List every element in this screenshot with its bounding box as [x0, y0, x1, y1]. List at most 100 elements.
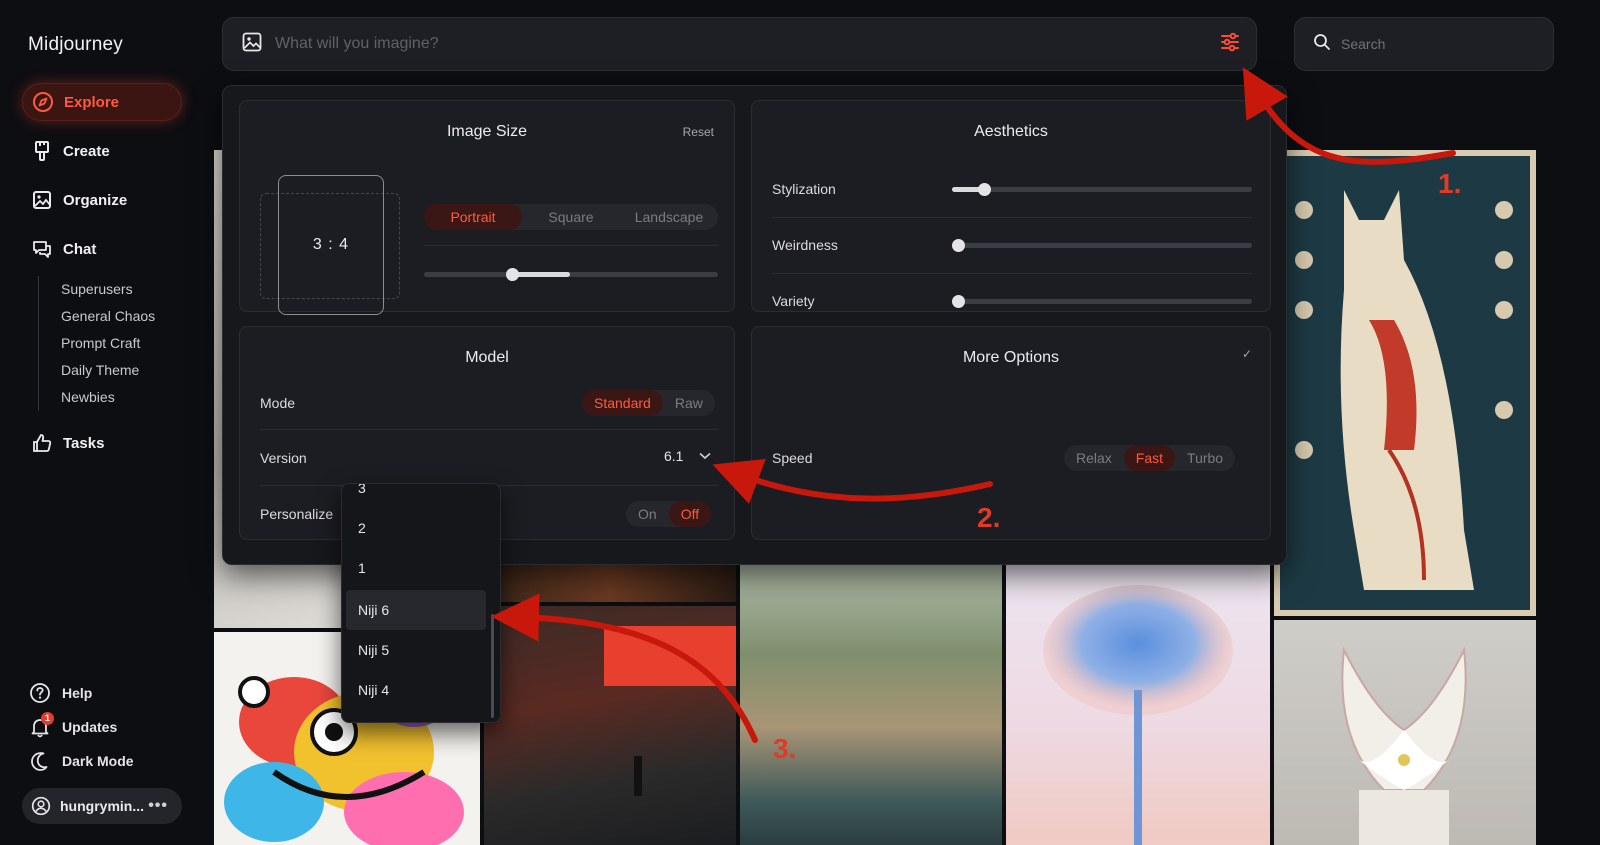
version-option[interactable]: 1 [342, 548, 490, 588]
version-value: 6.1 [664, 448, 684, 464]
search-bar [1294, 17, 1554, 71]
weirdness-slider[interactable] [952, 239, 1252, 252]
model-title: Model [465, 349, 509, 366]
version-option[interactable]: Niji 5 [342, 630, 490, 670]
chat-room-daily-theme[interactable]: Daily Theme [61, 357, 155, 384]
gallery-image[interactable] [1274, 620, 1536, 845]
ratio-preview: 3 : 4 [278, 175, 384, 315]
orientation-selector: Portrait Square Landscape [424, 204, 718, 230]
variety-slider[interactable] [952, 295, 1252, 308]
search-icon [1313, 33, 1331, 56]
collapse-check-icon[interactable]: ✓ [1242, 347, 1252, 361]
annotation-label-2: 2. [977, 502, 1001, 533]
prompt-input[interactable] [275, 35, 1210, 53]
nav-create[interactable]: Create [22, 132, 182, 170]
more-options-card: More Options ✓ Speed Relax Fast Turbo [751, 326, 1271, 540]
dark-mode-label: Dark Mode [62, 753, 134, 769]
mode-label: Mode [260, 395, 296, 411]
speed-selector: Relax Fast Turbo [1064, 445, 1236, 471]
chat-room-newbies[interactable]: Newbies [61, 384, 155, 411]
settings-toggle-button[interactable] [1210, 24, 1250, 64]
image-size-card: Image Size Reset 3 : 4 Portrait Square L… [239, 100, 735, 315]
gallery-gap [1540, 150, 1600, 845]
version-option-highlighted[interactable]: Niji 6 [346, 590, 486, 630]
orientation-landscape[interactable]: Landscape [620, 204, 718, 230]
aesthetics-title: Aesthetics [974, 123, 1048, 140]
version-label: Version [260, 450, 307, 466]
aesthetics-card: Aesthetics Stylization Weirdness Variety [751, 100, 1271, 312]
chat-room-general-chaos[interactable]: General Chaos [61, 303, 155, 330]
dark-mode-toggle[interactable]: Dark Mode [28, 749, 134, 773]
divider [772, 217, 1252, 218]
nav-organize-label: Organize [63, 191, 128, 209]
orientation-portrait[interactable]: Portrait [424, 204, 522, 230]
help-label: Help [62, 685, 93, 701]
user-avatar-icon [30, 795, 52, 817]
divider [260, 429, 718, 430]
version-option[interactable]: 2 [342, 508, 490, 548]
thumbs-up-icon [30, 431, 54, 455]
search-input[interactable] [1341, 36, 1553, 52]
version-option[interactable]: Niji 4 [342, 670, 490, 710]
moon-icon [28, 749, 52, 773]
nav-explore-label: Explore [64, 93, 120, 111]
aspect-slider-knob[interactable] [506, 268, 519, 281]
orientation-square[interactable]: Square [522, 204, 620, 230]
mode-standard[interactable]: Standard [582, 390, 663, 416]
updates-badge: 1 [41, 712, 54, 725]
aspect-ratio-slider[interactable] [424, 268, 718, 281]
image-size-title: Image Size [446, 123, 528, 140]
brush-icon [30, 139, 54, 163]
ratio-label: 3 : 4 [312, 236, 350, 253]
bell-icon: 1 [28, 712, 54, 739]
version-option[interactable]: 3 [342, 484, 490, 508]
mode-selector: Standard Raw [582, 390, 715, 416]
nav-explore[interactable]: Explore [22, 83, 182, 121]
gallery-image[interactable] [1274, 150, 1536, 616]
chat-room-prompt-craft[interactable]: Prompt Craft [61, 330, 155, 357]
variety-label: Variety [772, 293, 815, 309]
nav-chat[interactable]: Chat [22, 230, 182, 268]
updates-label: Updates [62, 719, 118, 735]
stylization-knob[interactable] [978, 183, 991, 196]
personalize-label: Personalize [260, 506, 334, 522]
personalize-selector: On Off [626, 501, 712, 527]
annotation-label-1: 1. [1438, 168, 1462, 199]
version-select[interactable]: 6.1 [664, 447, 712, 465]
nav-chat-label: Chat [63, 240, 97, 258]
image-icon [30, 188, 54, 212]
personalize-on[interactable]: On [626, 501, 669, 527]
prompt-bar [222, 17, 1257, 71]
annotation-label-3: 3. [773, 733, 797, 764]
nav-tasks[interactable]: Tasks [22, 424, 182, 462]
dropdown-scrollbar[interactable] [491, 614, 494, 718]
help-button[interactable]: Help [28, 681, 92, 705]
weirdness-knob[interactable] [952, 239, 965, 252]
aspect-slider-fill [512, 272, 570, 277]
variety-knob[interactable] [952, 295, 965, 308]
help-icon [28, 681, 52, 705]
stylization-label: Stylization [772, 181, 836, 197]
sliders-icon [1219, 31, 1241, 58]
sidebar: Midjourney Explore Create Organize Chat … [0, 0, 200, 845]
nav-organize[interactable]: Organize [22, 181, 182, 219]
version-dropdown: 3 2 1 Niji 6 Niji 5 Niji 4 [341, 483, 501, 723]
nav-tasks-label: Tasks [63, 434, 105, 452]
updates-button[interactable]: 1 Updates [28, 712, 118, 739]
reset-button[interactable]: Reset [683, 125, 714, 139]
speed-relax[interactable]: Relax [1064, 445, 1124, 471]
speed-turbo[interactable]: Turbo [1175, 445, 1235, 471]
chat-room-superusers[interactable]: Superusers [61, 276, 155, 303]
gallery-image[interactable] [740, 550, 1002, 845]
mode-raw[interactable]: Raw [663, 390, 715, 416]
stylization-slider[interactable] [952, 183, 1252, 196]
image-upload-icon[interactable] [241, 31, 263, 58]
speed-fast[interactable]: Fast [1123, 445, 1176, 471]
gallery-image[interactable] [484, 606, 736, 845]
app-logo[interactable]: Midjourney [28, 34, 123, 56]
more-dots-icon[interactable]: ••• [148, 797, 168, 815]
nav-create-label: Create [63, 142, 110, 160]
personalize-off[interactable]: Off [668, 501, 712, 527]
gallery-image[interactable] [1006, 550, 1270, 845]
user-menu[interactable]: hungrymin... ••• [22, 788, 182, 824]
